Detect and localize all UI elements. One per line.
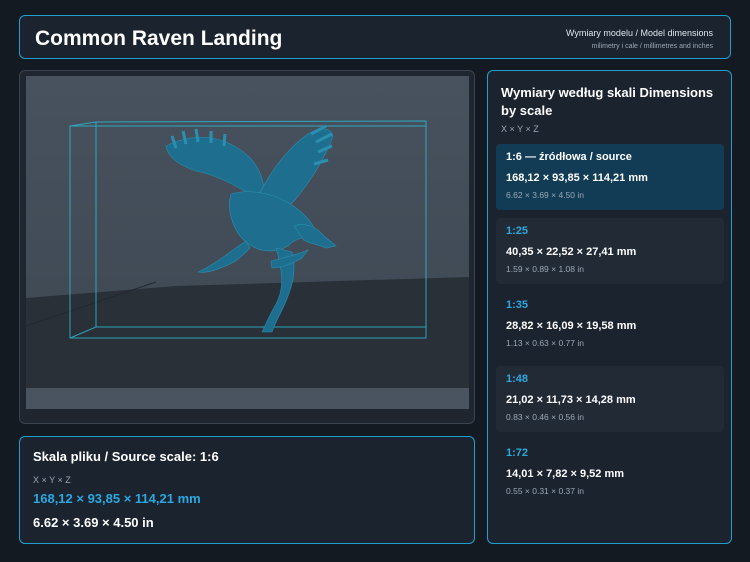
scale-card-1-6[interactable]: 1:6 — źródłowa / source 168,12 × 93,85 ×… — [496, 144, 724, 210]
model-viewer[interactable] — [19, 70, 475, 424]
scales-axes-label: X × Y × Z — [501, 124, 539, 134]
scale-dimensions-mm: 168,12 × 93,85 × 114,21 mm — [506, 172, 648, 184]
scale-dimensions-inches: 6.62 × 3.69 × 4.50 in — [506, 190, 584, 200]
header-panel: Common Raven Landing Wymiary modelu / Mo… — [19, 15, 731, 59]
scale-card-1-48[interactable]: 1:48 21,02 × 11,73 × 14,28 mm 0.83 × 0.4… — [496, 366, 724, 432]
source-scale-panel: Skala pliku / Source scale: 1:6 X × Y × … — [19, 436, 475, 544]
source-scale-heading: Skala pliku / Source scale: 1:6 — [33, 449, 219, 464]
scale-ratio: 1:72 — [506, 447, 529, 459]
scale-ratio: 1:6 — źródłowa / source — [506, 151, 632, 163]
source-dimensions-inches: 6.62 × 3.69 × 4.50 in — [33, 515, 154, 530]
scale-dimensions-inches: 1.13 × 0.63 × 0.77 in — [506, 338, 584, 348]
scale-dimensions-inches: 1.59 × 0.89 × 1.08 in — [506, 264, 584, 274]
scale-dimensions-mm: 40,35 × 22,52 × 27,41 mm — [506, 246, 637, 258]
scales-heading: Wymiary według skali Dimensions by scale — [501, 85, 714, 118]
scale-dimensions-mm: 28,82 × 16,09 × 19,58 mm — [506, 320, 637, 332]
scale-dimensions-panel: Wymiary według skali Dimensions by scale… — [487, 70, 732, 544]
source-axes-label: X × Y × Z — [33, 475, 71, 485]
scale-dimensions-inches: 0.83 × 0.46 × 0.56 in — [506, 412, 584, 422]
viewport-canvas[interactable] — [26, 76, 469, 409]
scale-card-1-25[interactable]: 1:25 40,35 × 22,52 × 27,41 mm 1.59 × 0.8… — [496, 218, 724, 284]
scale-dimensions-inches: 0.55 × 0.31 × 0.37 in — [506, 486, 584, 496]
scale-ratio: 1:35 — [506, 299, 529, 311]
page-title: Common Raven Landing — [35, 27, 283, 50]
source-dimensions-mm: 168,12 × 93,85 × 114,21 mm — [33, 491, 201, 506]
viewport-bottom-bar — [26, 388, 469, 409]
scale-dimensions-mm: 14,01 × 7,82 × 9,52 mm — [506, 468, 625, 480]
ground-plane — [26, 277, 469, 388]
scale-ratio: 1:48 — [506, 373, 529, 385]
scale-card-1-72[interactable]: 1:72 14,01 × 7,82 × 9,52 mm 0.55 × 0.31 … — [496, 440, 724, 506]
scale-dimensions-mm: 21,02 × 11,73 × 14,28 mm — [506, 394, 636, 406]
header-subtitle: Wymiary modelu / Model dimensions — [566, 28, 713, 38]
header-units-note: milimetry i cale / millimetres and inche… — [591, 43, 713, 50]
scale-ratio: 1:25 — [506, 225, 529, 237]
scale-card-1-35[interactable]: 1:35 28,82 × 16,09 × 19,58 mm 1.13 × 0.6… — [496, 292, 724, 358]
